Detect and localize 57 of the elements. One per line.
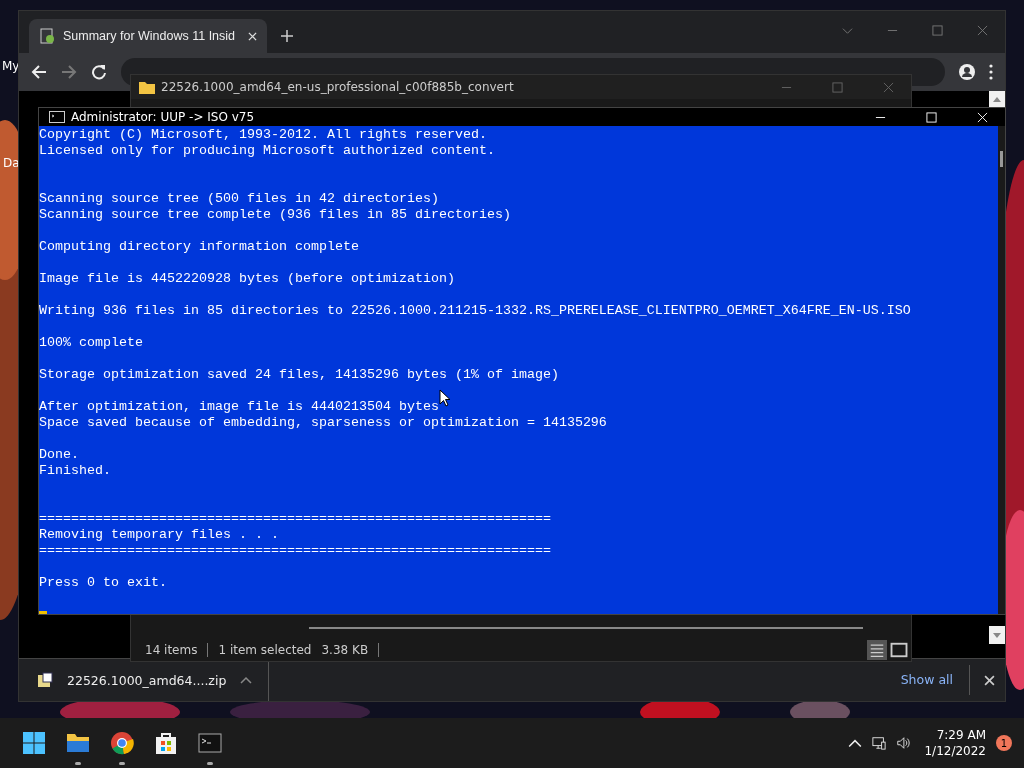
folder-icon (139, 80, 155, 94)
status-text: 14 items (145, 643, 209, 657)
console-line: After optimization, image file is 4440213504 bytes (39, 399, 439, 415)
zip-file-icon (37, 672, 53, 688)
details-view-icon[interactable] (867, 640, 887, 660)
console-line: Image file is 4452220928 bytes (before optimization) (39, 271, 455, 287)
browser-icon[interactable] (110, 731, 134, 755)
profile-icon[interactable] (959, 64, 975, 80)
console-line: Computing directory information complete (39, 239, 359, 255)
status-text: 1 item selected (218, 643, 313, 657)
running-indicator (207, 762, 213, 765)
running-indicator (119, 762, 125, 765)
menu-icon[interactable] (989, 64, 993, 80)
volume-icon[interactable] (896, 736, 911, 750)
back-arrow-icon[interactable] (31, 64, 47, 80)
console-line: 100% complete (39, 335, 143, 351)
console-line: Writing 936 files in 85 directories to 22526.1000.211215-1332.RS_PRERELEASE_CLIENTPRO_OEMRET_X64FRE_EN-US.ISO (39, 303, 911, 319)
shopping-bag-icon[interactable] (154, 731, 178, 755)
console-line: Finished. (39, 463, 111, 479)
console-line: Done. (39, 447, 79, 463)
clock[interactable]: 7:29 AM 1/12/2022 (924, 727, 986, 759)
folder-icon[interactable] (66, 731, 90, 755)
window-title: 22526.1000_amd64_en-us_professional_c00f885b_convert (161, 80, 514, 94)
forward-arrow-icon[interactable] (61, 64, 77, 80)
console-line: Copyright (C) Microsoft, 1993-2012. All rights reserved. (39, 127, 487, 143)
console-line: ================================================================ (39, 543, 551, 559)
console-line: ================================================================ (39, 511, 551, 527)
mouse-pointer-icon (439, 389, 451, 407)
notification-badge[interactable]: 1 (996, 735, 1012, 751)
console-line: Scanning source tree complete (936 files in 85 directories) (39, 207, 511, 223)
status-text: 3.38 KB (321, 643, 380, 657)
page-icon (39, 28, 55, 44)
tiles-view-icon[interactable] (889, 640, 909, 660)
caret-up-icon (993, 96, 1001, 102)
chevron-up-icon (240, 676, 253, 684)
console-line: Licensed only for producing Microsoft authorized content. (39, 143, 495, 159)
console-line: Removing temporary files . . . (39, 527, 279, 543)
console-line: Press 0 to exit. (39, 575, 167, 591)
new-tab-icon[interactable] (281, 30, 293, 42)
reload-icon[interactable] (91, 64, 107, 80)
terminal-icon[interactable] (198, 731, 222, 755)
scrollbar[interactable] (309, 627, 863, 629)
terminal-icon (49, 111, 65, 123)
chevron-down-icon[interactable] (842, 25, 853, 36)
network-icon[interactable] (872, 736, 887, 750)
scroll-down-button[interactable] (989, 626, 1005, 644)
console-line: Storage optimization saved 24 files, 14135296 bytes (1% of image) (39, 367, 559, 383)
windows-start-icon[interactable] (22, 731, 46, 755)
text-cursor (39, 611, 47, 614)
show-all-link[interactable]: Show all (900, 665, 970, 695)
scrollbar[interactable] (998, 126, 1005, 614)
browser-tab[interactable]: Summary for Windows 11 Insid (29, 19, 267, 53)
window-title: Administrator: UUP -> ISO v75 (71, 110, 255, 124)
console-line: Scanning source tree (500 files in 42 directories) (39, 191, 439, 207)
caret-down-icon (993, 632, 1001, 638)
running-indicator (75, 762, 81, 765)
console-line: Space saved because of embedding, sparseness or optimization = 14135296 (39, 415, 607, 431)
